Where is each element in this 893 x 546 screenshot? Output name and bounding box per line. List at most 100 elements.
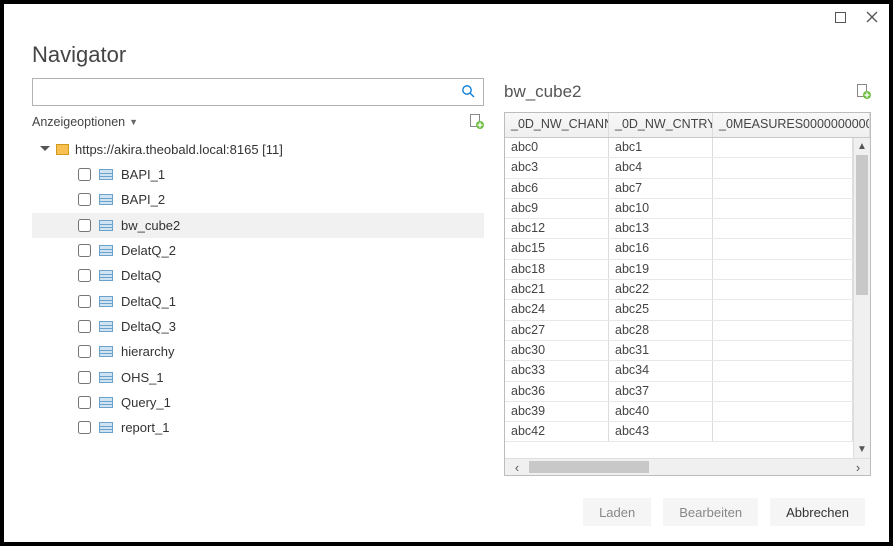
- table-icon: [99, 245, 113, 256]
- table-row[interactable]: abc12abc13: [505, 219, 853, 239]
- table-cell: abc33: [505, 361, 609, 380]
- table-row[interactable]: abc36abc37: [505, 382, 853, 402]
- table-cell: abc24: [505, 300, 609, 319]
- search-input[interactable]: [39, 84, 457, 101]
- table-cell: abc1: [609, 138, 713, 157]
- close-button[interactable]: [865, 10, 879, 24]
- display-options-dropdown[interactable]: Anzeigeoptionen ▼: [32, 115, 138, 129]
- tree-item-checkbox[interactable]: [78, 421, 91, 434]
- table-cell: abc22: [609, 280, 713, 299]
- tree-item-label: bw_cube2: [121, 218, 180, 233]
- tree-item[interactable]: BAPI_2: [32, 187, 484, 212]
- tree-root[interactable]: https://akira.theobald.local:8165 [11]: [32, 136, 484, 162]
- tree-item[interactable]: BAPI_1: [32, 162, 484, 187]
- table-cell: abc21: [505, 280, 609, 299]
- scroll-thumb[interactable]: [856, 155, 868, 295]
- table-cell: [713, 361, 853, 380]
- table-row[interactable]: abc9abc10: [505, 199, 853, 219]
- column-header[interactable]: _0D_NW_CHANN: [505, 113, 609, 137]
- table-cell: abc19: [609, 260, 713, 279]
- tree-item-checkbox[interactable]: [78, 371, 91, 384]
- scroll-right-icon[interactable]: ›: [846, 460, 870, 475]
- table-cell: abc13: [609, 219, 713, 238]
- table-cell: abc34: [609, 361, 713, 380]
- search-icon[interactable]: [457, 84, 479, 101]
- vertical-scrollbar[interactable]: ▲ ▼: [853, 138, 870, 458]
- table-cell: abc6: [505, 179, 609, 198]
- table-row[interactable]: abc3abc4: [505, 158, 853, 178]
- display-options-label: Anzeigeoptionen: [32, 115, 125, 129]
- table-cell: abc25: [609, 300, 713, 319]
- table-cell: abc43: [609, 422, 713, 441]
- tree-item[interactable]: bw_cube2: [32, 213, 484, 238]
- tree-item-checkbox[interactable]: [78, 168, 91, 181]
- table-cell: [713, 239, 853, 258]
- tree-item-label: OHS_1: [121, 370, 164, 385]
- tree-item[interactable]: DelatQ_2: [32, 238, 484, 263]
- table-cell: [713, 199, 853, 218]
- tree-item-checkbox[interactable]: [78, 219, 91, 232]
- tree-item-checkbox[interactable]: [78, 269, 91, 282]
- scroll-up-icon[interactable]: ▲: [854, 138, 870, 155]
- table-cell: abc15: [505, 239, 609, 258]
- scroll-thumb-horizontal[interactable]: [529, 461, 649, 473]
- tree-item-checkbox[interactable]: [78, 396, 91, 409]
- table-row[interactable]: abc30abc31: [505, 341, 853, 361]
- table-icon: [99, 169, 113, 180]
- add-sheet-icon[interactable]: [468, 114, 484, 130]
- add-sheet-icon[interactable]: [855, 84, 871, 100]
- table-cell: abc36: [505, 382, 609, 401]
- column-header[interactable]: _0MEASURES0000000000000: [713, 113, 870, 137]
- table-cell: abc9: [505, 199, 609, 218]
- table-row[interactable]: abc15abc16: [505, 239, 853, 259]
- table-row[interactable]: abc33abc34: [505, 361, 853, 381]
- table-icon: [99, 397, 113, 408]
- scroll-left-icon[interactable]: ‹: [505, 460, 529, 475]
- table-cell: [713, 341, 853, 360]
- edit-button[interactable]: Bearbeiten: [663, 498, 758, 526]
- table-row[interactable]: abc39abc40: [505, 402, 853, 422]
- table-cell: abc4: [609, 158, 713, 177]
- tree-item-checkbox[interactable]: [78, 345, 91, 358]
- table-row[interactable]: abc27abc28: [505, 321, 853, 341]
- tree-item[interactable]: OHS_1: [32, 364, 484, 389]
- table-cell: abc12: [505, 219, 609, 238]
- table-icon: [99, 372, 113, 383]
- chevron-down-icon: ▼: [129, 117, 138, 127]
- table-row[interactable]: abc6abc7: [505, 179, 853, 199]
- tree-item[interactable]: DeltaQ: [32, 263, 484, 288]
- tree-item[interactable]: Query_1: [32, 390, 484, 415]
- tree-item-checkbox[interactable]: [78, 193, 91, 206]
- load-button[interactable]: Laden: [583, 498, 651, 526]
- tree-item[interactable]: DeltaQ_3: [32, 314, 484, 339]
- maximize-button[interactable]: [833, 10, 847, 24]
- table-cell: abc31: [609, 341, 713, 360]
- column-header[interactable]: _0D_NW_CNTRY: [609, 113, 713, 137]
- tree-item-label: BAPI_1: [121, 167, 165, 182]
- tree-item-label: BAPI_2: [121, 192, 165, 207]
- table-row[interactable]: abc0abc1: [505, 138, 853, 158]
- tree-item[interactable]: DeltaQ_1: [32, 288, 484, 313]
- table-row[interactable]: abc18abc19: [505, 260, 853, 280]
- horizontal-scrollbar[interactable]: ‹ ›: [505, 458, 870, 475]
- tree-item-checkbox[interactable]: [78, 244, 91, 257]
- table-cell: [713, 382, 853, 401]
- tree-item[interactable]: hierarchy: [32, 339, 484, 364]
- cancel-button[interactable]: Abbrechen: [770, 498, 865, 526]
- search-box[interactable]: [32, 78, 484, 106]
- table-row[interactable]: abc42abc43: [505, 422, 853, 442]
- table-cell: [713, 402, 853, 421]
- table-cell: abc16: [609, 239, 713, 258]
- tree-item-checkbox[interactable]: [78, 295, 91, 308]
- table-cell: [713, 138, 853, 157]
- table-cell: abc7: [609, 179, 713, 198]
- table-cell: abc10: [609, 199, 713, 218]
- table-cell: [713, 321, 853, 340]
- table-icon: [99, 194, 113, 205]
- table-row[interactable]: abc24abc25: [505, 300, 853, 320]
- scroll-down-icon[interactable]: ▼: [854, 441, 870, 458]
- table-icon: [99, 220, 113, 231]
- tree-item-checkbox[interactable]: [78, 320, 91, 333]
- tree-item[interactable]: report_1: [32, 415, 484, 440]
- table-row[interactable]: abc21abc22: [505, 280, 853, 300]
